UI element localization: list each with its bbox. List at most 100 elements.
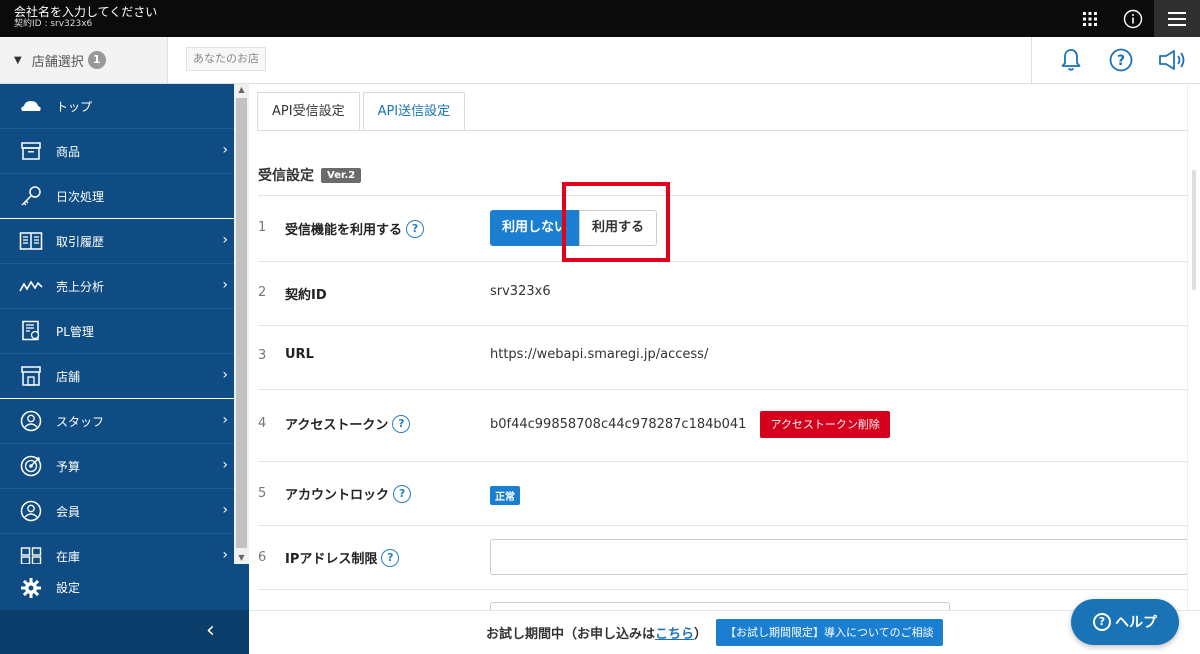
store-icon (19, 364, 43, 388)
sidebar-item-label: 予算 (56, 459, 81, 474)
row-number: 2 (258, 285, 267, 300)
sidebar-nav: トップ 商品 › 日次処理 取引履歴 › 売上分析 › PL管理 店舗 › スタ… (0, 84, 234, 564)
setting-row-contract-id: 2 契約ID srv323x6 (258, 261, 1188, 325)
sidebar-item-label: 売上分析 (56, 279, 105, 294)
row-label-text: アクセストークン (285, 418, 389, 433)
help-question-icon[interactable]: ? (406, 219, 425, 238)
hamburger-menu-icon[interactable] (1154, 0, 1200, 37)
highlight-annotation-box (562, 182, 670, 262)
tab-api-send[interactable]: API送信設定 (362, 92, 466, 131)
store-chip[interactable]: あなたのお店 (186, 47, 266, 71)
sidebar: トップ 商品 › 日次処理 取引履歴 › 売上分析 › PL管理 店舗 › スタ… (0, 84, 249, 654)
row-label: アカウントロック ? (285, 484, 412, 503)
sidebar-item-inventory[interactable]: 在庫 › (0, 534, 234, 564)
sidebar-item-settings[interactable]: 設定 (0, 565, 249, 610)
delete-token-button[interactable]: アクセストークン削除 (760, 411, 890, 438)
sidebar-item-top[interactable]: トップ (0, 84, 234, 129)
row-label: URL (285, 347, 314, 362)
sidebar-item-label: 会員 (56, 504, 81, 519)
chevron-right-icon: › (222, 502, 228, 518)
target-icon (19, 454, 43, 478)
sidebar-item-label: スタッフ (56, 414, 105, 429)
help-circle-icon[interactable]: ? (1107, 46, 1135, 74)
access-token-value-group: b0f44c99858708c44c978287c184b041 アクセストーク… (490, 411, 890, 438)
store-select-label: 店舗選択 (31, 54, 84, 70)
main-content: API受信設定 API送信設定 受信設定 Ver.2 1 受信機能を利用する ?… (249, 84, 1200, 654)
sidebar-scroll-thumb[interactable] (236, 98, 247, 548)
help-button[interactable]: ? ヘルプ (1071, 599, 1179, 645)
bell-icon[interactable] (1057, 46, 1085, 74)
store-bar: ▼ 店舗選択 1 あなたのお店 ? (0, 37, 1200, 84)
header-actions: ? (1031, 37, 1200, 83)
chevron-right-icon: › (222, 367, 228, 383)
settings-label: 設定 (56, 581, 81, 595)
row-number: 5 (258, 486, 267, 501)
top-header: 会社名を入力してください 契約ID : srv323x6 (0, 0, 1200, 37)
trial-message: お試し期間中（お申し込みはこちら） (486, 623, 707, 642)
box-icon (19, 139, 43, 163)
access-token-value: b0f44c99858708c44c978287c184b041 (490, 417, 747, 432)
megaphone-icon[interactable] (1156, 46, 1190, 74)
cloud-icon (19, 94, 43, 118)
scroll-down-arrow-icon[interactable]: ▼ (234, 552, 249, 564)
row-label-text: 受信機能を利用する (285, 223, 403, 238)
store-count-badge: 1 (87, 51, 106, 69)
section-title-text: 受信設定 (258, 168, 314, 184)
status-badge: 正常 (490, 486, 520, 505)
row-label: 受信機能を利用する ? (285, 219, 425, 238)
trial-apply-link[interactable]: こちら (655, 627, 694, 642)
help-question-icon[interactable]: ? (393, 484, 412, 503)
inventory-icon (19, 544, 43, 564)
row-number: 3 (258, 348, 267, 363)
info-icon[interactable] (1119, 0, 1147, 37)
help-question-icon[interactable]: ? (392, 414, 411, 433)
sidebar-item-transactions[interactable]: 取引履歴 › (0, 219, 234, 264)
setting-row-account-lock: 5 アカウントロック ? 正常 (258, 461, 1188, 525)
chevron-left-icon: ‹ (206, 618, 215, 643)
company-name[interactable]: 会社名を入力してください (14, 6, 157, 18)
sidebar-item-store[interactable]: 店舗 › (0, 354, 234, 399)
sidebar-item-label: PL管理 (56, 324, 94, 339)
contract-id: 契約ID : srv323x6 (14, 19, 93, 29)
row-label-text: アカウントロック (285, 488, 390, 503)
chevron-right-icon: › (222, 457, 228, 473)
main-scroll-thumb[interactable] (1192, 170, 1196, 290)
sidebar-item-staff[interactable]: スタッフ › (0, 399, 234, 444)
sidebar-item-daily[interactable]: 日次処理 (0, 174, 234, 219)
sidebar-item-sales-analysis[interactable]: 売上分析 › (0, 264, 234, 309)
account-lock-status: 正常 (490, 486, 520, 505)
help-button-label: ヘルプ (1115, 615, 1157, 631)
chevron-right-icon: › (222, 142, 228, 158)
row-number: 6 (258, 550, 267, 565)
consult-button[interactable]: 【お試し期間限定】導入についてのご相談 (716, 619, 943, 646)
sidebar-item-products[interactable]: 商品 › (0, 129, 234, 174)
sidebar-item-members[interactable]: 会員 › (0, 489, 234, 534)
scroll-up-arrow-icon[interactable]: ▲ (234, 84, 249, 96)
sidebar-collapse-button[interactable]: ‹ (0, 610, 249, 654)
sidebar-item-label: 取引履歴 (56, 234, 105, 249)
store-select-dropdown[interactable]: ▼ 店舗選択 1 (0, 37, 168, 83)
row-number: 1 (258, 220, 267, 235)
help-question-icon[interactable]: ? (381, 548, 400, 567)
chevron-right-icon: › (222, 547, 228, 563)
sidebar-item-label: 店舗 (56, 369, 81, 384)
main-scrollbar[interactable] (1187, 84, 1200, 654)
apps-grid-icon[interactable] (1076, 0, 1104, 37)
tab-bar: API受信設定 API送信設定 (257, 92, 468, 131)
chevron-right-icon: › (222, 232, 228, 248)
caret-down-icon: ▼ (14, 54, 22, 66)
svg-text:?: ? (1117, 53, 1125, 69)
row-label: IPアドレス制限 ? (285, 548, 400, 567)
row-number: 4 (258, 416, 267, 431)
ip-restriction-input-wrap (490, 539, 1188, 575)
member-icon (19, 499, 43, 523)
sidebar-item-pl[interactable]: PL管理 (0, 309, 234, 354)
chevron-right-icon: › (222, 277, 228, 293)
book-icon (19, 229, 43, 253)
setting-row-divider (258, 589, 1188, 599)
ip-restriction-input[interactable] (490, 539, 1188, 575)
sidebar-scrollbar[interactable]: ▲ ▼ (234, 84, 249, 564)
tab-divider (257, 130, 1188, 131)
sidebar-item-budget[interactable]: 予算 › (0, 444, 234, 489)
tab-api-receive[interactable]: API受信設定 (257, 92, 360, 131)
